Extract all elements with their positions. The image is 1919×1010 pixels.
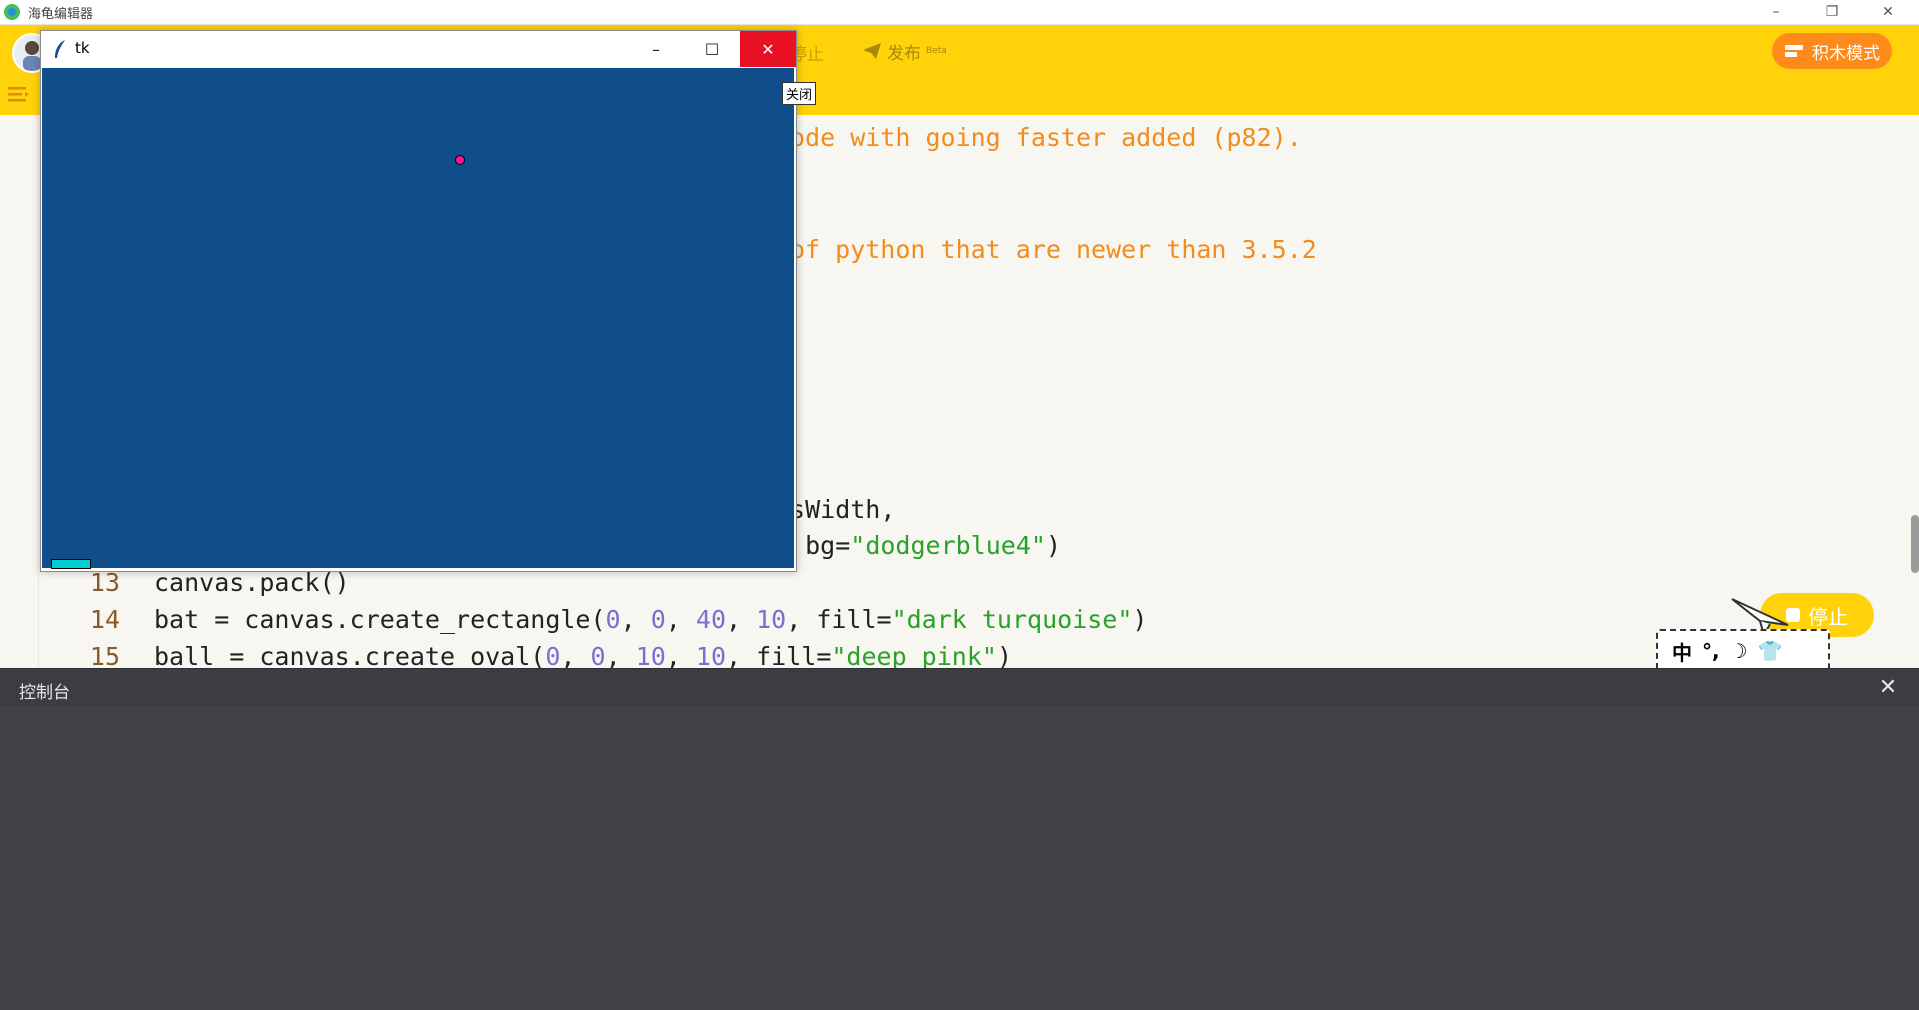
- window-minimize-button[interactable]: –: [1753, 0, 1799, 24]
- code-token: ): [996, 642, 1013, 668]
- app-title: 海龟编辑器: [28, 7, 94, 22]
- code-comment-fragment: of python that are newer than 3.5.2: [790, 235, 1317, 264]
- console-header: [0, 668, 1919, 707]
- tk-minimize-button[interactable]: –: [628, 31, 684, 67]
- window-close-button[interactable]: ✕: [1865, 0, 1911, 24]
- code-token: ball = canvas.create_oval(: [154, 642, 546, 668]
- tk-window[interactable]: tk – ☐ ✕: [40, 30, 797, 572]
- tk-maximize-button[interactable]: ☐: [684, 31, 740, 67]
- code-number: 10: [695, 642, 727, 668]
- code-number: 10: [756, 605, 787, 634]
- code-string: "dark turquoise": [891, 605, 1133, 634]
- console-output[interactable]: [0, 706, 1919, 1010]
- code-number: 40: [695, 605, 726, 634]
- publish-button[interactable]: 发布 Beta: [862, 38, 947, 64]
- blocks-icon: [1785, 45, 1803, 57]
- close-tooltip: 关闭: [782, 82, 817, 105]
- ime-toolbar[interactable]: 中 °, ☽ 👕: [1656, 629, 1830, 673]
- tk-canvas[interactable]: [42, 68, 794, 569]
- code-line: ball = canvas.create_oval(0, 0, 10, 10, …: [154, 642, 1012, 668]
- moon-icon[interactable]: ☽: [1730, 639, 1748, 663]
- code-token: ): [1132, 605, 1148, 634]
- tk-title: tk: [75, 39, 90, 57]
- gutter-divider: [38, 115, 39, 668]
- tk-close-button[interactable]: ✕: [740, 31, 796, 67]
- bat-paddle[interactable]: [51, 559, 91, 569]
- code-number: 0: [605, 605, 621, 634]
- ball: [455, 155, 465, 165]
- feather-icon: [55, 40, 65, 58]
- code-token: ,: [605, 642, 636, 668]
- window-restore-button[interactable]: ❐: [1809, 0, 1855, 24]
- code-token: , fill=: [786, 605, 892, 634]
- line-number: 14: [89, 605, 120, 634]
- code-fragment: , bg="dodgerblue4"): [775, 531, 1061, 560]
- code-token: , fill=: [726, 642, 832, 668]
- sidebar-menu-icon[interactable]: [6, 84, 30, 104]
- code-token: ,: [726, 605, 757, 634]
- code-line: canvas.pack(): [154, 568, 350, 597]
- code-string: "dodgerblue4": [850, 531, 1046, 560]
- code-number: 0: [545, 642, 561, 668]
- paper-plane-icon: [863, 43, 881, 59]
- code-line: bat = canvas.create_rectangle(0, 0, 40, …: [154, 605, 1147, 634]
- floating-stop-label: 停止: [1808, 604, 1848, 629]
- code-token: bat = canvas.create_rectangle(: [154, 605, 606, 634]
- editor-scrollbar[interactable]: [1911, 515, 1919, 573]
- code-comment-fragment: ode with going faster added (p82).: [790, 123, 1302, 152]
- block-mode-button[interactable]: 积木模式: [1772, 33, 1892, 69]
- code-token: ,: [665, 605, 696, 634]
- app-title-bar: [0, 0, 1919, 25]
- line-number: 15: [89, 642, 120, 668]
- code-number: 0: [590, 642, 606, 668]
- ime-punctuation-icon[interactable]: °,: [1702, 639, 1720, 663]
- block-mode-label: 积木模式: [1812, 43, 1880, 64]
- publish-label: 发布: [887, 43, 921, 64]
- ime-chinese-mode[interactable]: 中: [1672, 637, 1692, 666]
- code-token: ): [1045, 531, 1061, 560]
- line-number: 13: [89, 568, 120, 597]
- code-token: ,: [620, 605, 651, 634]
- code-token: ,: [560, 642, 591, 668]
- skin-shirt-icon[interactable]: 👕: [1758, 639, 1783, 663]
- console-close-icon[interactable]: ✕: [1876, 675, 1900, 700]
- console-title: 控制台: [19, 683, 70, 703]
- beta-badge: Beta: [926, 46, 947, 56]
- code-number: 10: [635, 642, 666, 668]
- code-number: 0: [650, 605, 666, 634]
- code-token: ,: [665, 642, 696, 668]
- turtle-app-icon: [3, 3, 21, 21]
- code-string: "deep pink": [831, 642, 997, 668]
